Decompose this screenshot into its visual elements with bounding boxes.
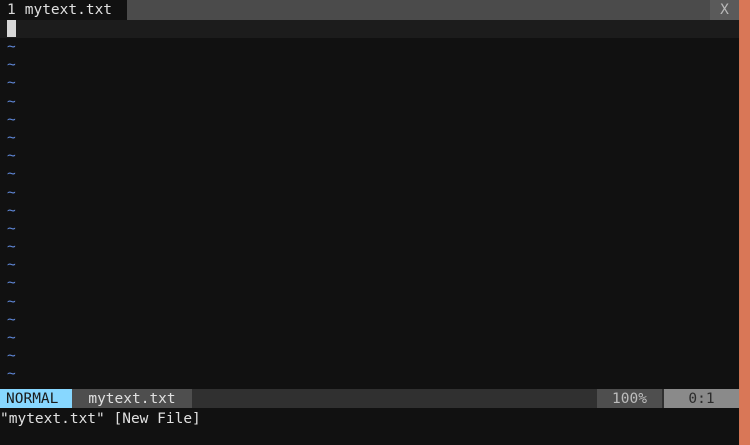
status-filename: mytext.txt	[72, 389, 192, 408]
status-fill	[192, 389, 597, 408]
empty-line-tilde: ~	[7, 184, 16, 201]
empty-line-tilde: ~	[7, 129, 16, 146]
empty-line-tilde: ~	[7, 330, 16, 346]
empty-line-tilde: ~	[7, 148, 16, 165]
empty-line-tilde: ~	[7, 348, 16, 365]
empty-line-tilde: ~	[7, 311, 16, 328]
empty-line-tilde: ~	[7, 39, 16, 55]
tabline: 1 mytext.txt X	[0, 0, 739, 20]
empty-line-tilde: ~	[7, 366, 16, 383]
empty-line-tilde: ~	[7, 202, 16, 219]
vim-editor-window: 1 mytext.txt X ~ ~ ~ ~ ~ ~ ~ ~ ~ ~ ~ ~ ~ ~ ~ ~ ~ ~ ~ NORMA…	[0, 0, 739, 445]
empty-line-tilde: ~	[7, 166, 16, 183]
empty-line-tilde: ~	[7, 57, 16, 74]
scroll-percent: 100%	[597, 389, 662, 408]
empty-line-tilde: ~	[7, 111, 16, 128]
empty-line-tilde: ~	[7, 239, 16, 256]
empty-line-tilde: ~	[7, 93, 16, 110]
close-tab-button[interactable]: X	[710, 0, 739, 20]
cursor-line[interactable]	[0, 20, 739, 38]
empty-line-tilde: ~	[7, 220, 16, 237]
empty-line-tilde: ~	[7, 293, 16, 310]
tab-mytext[interactable]: 1 mytext.txt	[0, 0, 127, 20]
tab-number: 1	[7, 2, 16, 18]
window-edge-strip	[739, 0, 750, 445]
empty-line-tilde: ~	[7, 275, 16, 292]
tab-label: mytext.txt	[24, 2, 113, 18]
command-line-message[interactable]: "mytext.txt" [New File]	[0, 409, 739, 429]
statusline: NORMAL mytext.txt 100% 0:1	[0, 389, 739, 408]
mode-indicator: NORMAL	[0, 389, 72, 408]
text-cursor	[7, 20, 16, 37]
empty-line-markers: ~ ~ ~ ~ ~ ~ ~ ~ ~ ~ ~ ~ ~ ~ ~ ~ ~ ~ ~	[7, 38, 27, 384]
empty-line-tilde: ~	[7, 257, 16, 274]
empty-line-tilde: ~	[7, 75, 16, 92]
cursor-position: 0:1	[664, 389, 739, 408]
